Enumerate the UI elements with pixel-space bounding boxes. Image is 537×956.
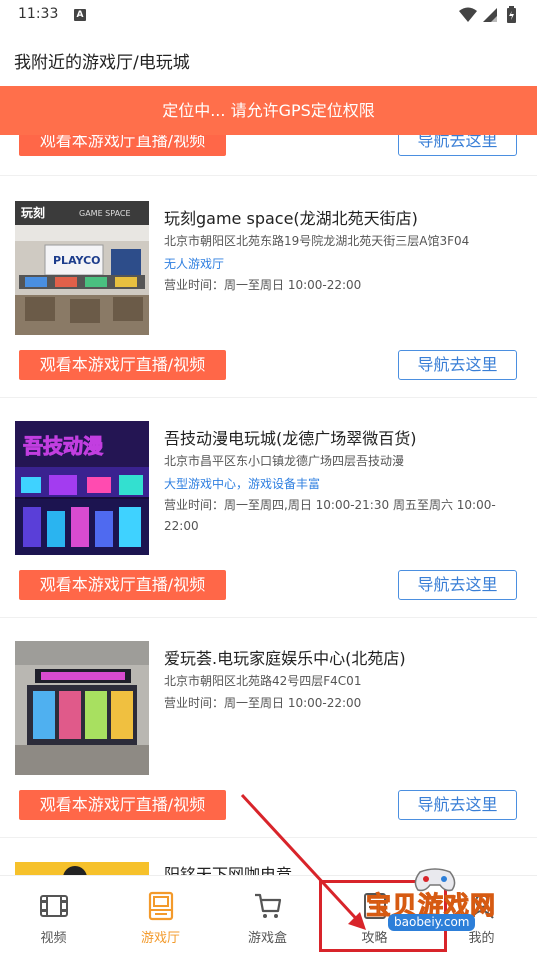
watch-live-video-button[interactable]: 观看本游戏厅直播/视频 <box>19 790 226 820</box>
gps-status-banner: 定位中... 请允许GPS定位权限 <box>0 86 537 135</box>
venue-name: 吾技动漫电玩城(龙德广场翠微百货) <box>164 429 417 448</box>
watch-live-video-button[interactable]: 观看本游戏厅直播/视频 <box>19 570 226 600</box>
divider <box>0 175 537 176</box>
divider <box>0 617 537 618</box>
venue-hours: 营业时间：周一至周日 10:00-22:00 <box>164 696 362 710</box>
venue-name: 阳铭天下网咖电竞 <box>164 865 293 875</box>
arcade-machine-icon <box>148 891 174 921</box>
page-title: 我附近的游戏厅/电玩城 <box>14 53 190 73</box>
tab-label: 游戏厅 <box>140 931 180 946</box>
venue-hours: 营业时间：周一至周日 10:00-22:00 <box>164 278 362 292</box>
bottom-tab-bar: 视频 游戏厅 游戏盒 攻略 我的 <box>0 875 537 956</box>
venue-photo <box>15 641 149 775</box>
photo-logo-text: 吾技动漫 <box>23 434 104 458</box>
navigate-here-button[interactable]: 导航去这里 <box>398 790 517 820</box>
venue-photo: 吾技动漫 <box>15 421 149 555</box>
navigate-here-button[interactable]: 导航去这里 <box>398 135 517 156</box>
watch-live-video-button[interactable]: 观看本游戏厅直播/视频 <box>19 135 226 156</box>
annotation-highlight-box <box>319 880 447 952</box>
venue-address: 北京市昌平区东小口镇龙德广场四层吾技动漫 <box>164 454 405 468</box>
venue-address: 北京市朝阳区北苑路42号四层F4C01 <box>164 674 362 688</box>
photo-logo-text: 玩刻 <box>21 205 45 220</box>
status-time: 11:33 <box>18 6 59 22</box>
venue-tag: 大型游戏中心，游戏设备丰富 <box>164 477 321 491</box>
shopping-cart-icon <box>255 893 282 918</box>
status-icons <box>457 6 521 28</box>
notification-icon: A <box>74 9 86 21</box>
venue-photo: 玩刻 GAME SPACE PLAYCO <box>15 201 149 335</box>
navigate-here-button[interactable]: 导航去这里 <box>398 570 517 600</box>
film-icon <box>40 895 68 917</box>
divider <box>0 397 537 398</box>
venue-address: 北京市朝阳区北苑东路19号院龙湖北苑天街三层A馆3F04 <box>164 234 470 248</box>
navigate-here-button[interactable]: 导航去这里 <box>398 350 517 380</box>
tab-label: 游戏盒 <box>247 931 287 946</box>
tab-arcade[interactable]: 游戏厅 <box>107 876 214 956</box>
watch-live-video-button[interactable]: 观看本游戏厅直播/视频 <box>19 350 226 380</box>
tab-game-box[interactable]: 游戏盒 <box>214 876 321 956</box>
status-bar: 11:33 A <box>0 0 537 30</box>
venue-list[interactable]: 观看本游戏厅直播/视频 导航去这里 玩刻 GAME SPACE PLAYCO 玩… <box>0 135 537 875</box>
wifi-signal-battery-icon <box>459 6 516 23</box>
divider <box>0 837 537 838</box>
venue-photo <box>15 862 149 875</box>
venue-name: 爱玩荟.电玩家庭娱乐中心(北苑店) <box>164 649 406 668</box>
photo-sub-text: GAME SPACE <box>79 209 131 218</box>
user-icon <box>470 894 494 919</box>
venue-name: 玩刻game space(龙湖北苑天街店) <box>164 209 418 228</box>
venue-tag: 无人游戏厅 <box>164 257 225 271</box>
tab-video[interactable]: 视频 <box>0 876 107 956</box>
photo-sign-text: PLAYCO <box>53 254 101 267</box>
venue-hours: 营业时间：周一至周四,周日 10:00-21:30 周五至周六 10:00-22… <box>164 498 496 533</box>
tab-label: 视频 <box>40 931 67 946</box>
